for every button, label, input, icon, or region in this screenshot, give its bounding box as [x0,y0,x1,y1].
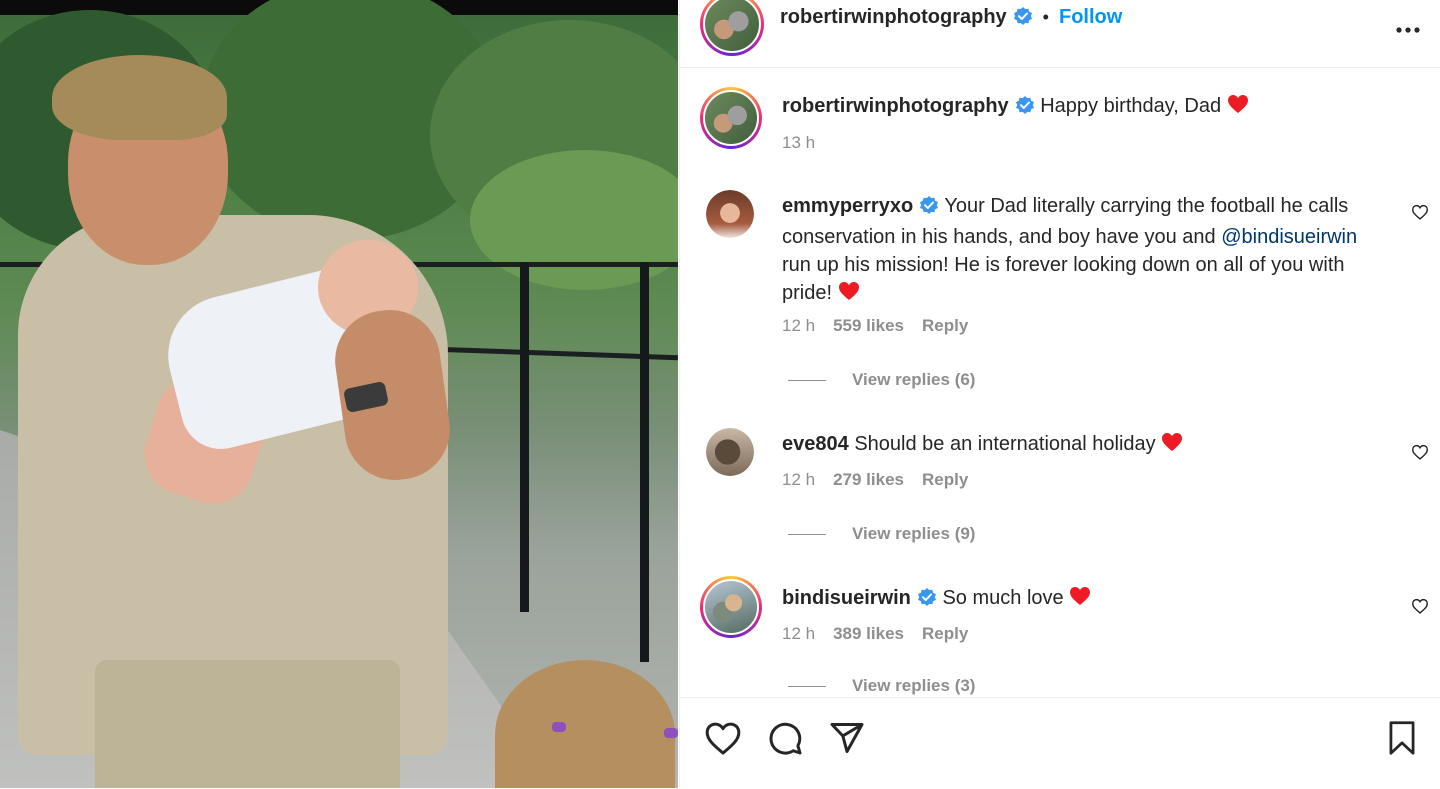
comment-timestamp[interactable]: 12 h [782,470,815,489]
view-replies-label: View replies (3) [852,676,976,695]
caption-timestamp[interactable]: 13 h [782,133,815,152]
view-replies-label: View replies (9) [852,524,976,543]
commenter-avatar[interactable] [700,576,762,638]
commenter-avatar[interactable] [706,190,754,238]
comment-likes[interactable]: 389 likes [833,624,904,643]
caption-username[interactable]: robertirwinphotography [782,95,1009,117]
comment-username[interactable]: bindisueirwin [782,587,911,609]
comment-likes[interactable]: 279 likes [833,470,904,489]
comment-text: bindisueirwin So much love [782,584,1372,615]
mention-link[interactable]: @bindisueirwin [1221,226,1357,248]
commenter-avatar[interactable] [706,428,754,476]
view-replies-label: View replies (6) [852,370,976,389]
photo-hair-ribbon [552,722,566,732]
comment-text: emmyperryxo Your Dad literally carrying … [782,192,1372,307]
bookmark-icon[interactable] [1385,720,1419,761]
more-options-icon[interactable] [1395,10,1421,41]
heart-icon[interactable] [704,720,742,761]
separator-dot: • [1042,7,1049,27]
comment-timestamp[interactable]: 12 h [782,316,815,335]
comment-meta: 12 h 279 likes Reply [782,470,986,490]
comment-meta: 12 h 559 likes Reply [782,316,986,336]
comment-body: So much love [942,587,1064,609]
share-icon[interactable] [829,720,865,761]
replies-divider-line [788,534,826,536]
comment-username[interactable]: eve804 [782,433,849,455]
photo-man-hair [52,55,227,140]
like-comment-heart-icon[interactable] [1411,204,1429,225]
comment-likes[interactable]: 559 likes [833,316,904,335]
fence-post [520,262,529,612]
view-replies-button[interactable]: View replies (6) [788,370,975,390]
comment-text: eve804 Should be an international holida… [782,430,1372,458]
red-heart-emoji [838,282,860,304]
replies-divider-line [788,686,826,688]
author-username[interactable]: robertirwinphotography [780,6,1007,28]
header-info: robertirwinphotography • Follow [780,6,1122,31]
caption-text: robertirwinphotography Happy birthday, D… [782,92,1372,123]
photo-girl-head [495,660,675,788]
comment-meta: 12 h 389 likes Reply [782,624,986,644]
red-heart-emoji [1161,433,1183,455]
verified-badge-icon [917,587,937,615]
post-sidebar: robertirwinphotography • Follow robertirwi… [679,0,1440,788]
avatar-image [706,428,754,476]
comment-body: Should be an international holiday [854,433,1156,455]
red-heart-emoji [1069,587,1091,609]
avatar-image [703,90,759,146]
post-action-bar [680,697,1440,789]
post-header: robertirwinphotography • Follow [680,0,1440,68]
caption-meta: 13 h [782,133,833,153]
verified-badge-icon [919,195,939,223]
fence-post [640,262,649,662]
avatar-image [703,579,759,635]
view-replies-button[interactable]: View replies (3) [788,676,975,696]
view-replies-button[interactable]: View replies (9) [788,524,975,544]
author-avatar[interactable] [700,0,764,56]
comment-timestamp[interactable]: 12 h [782,624,815,643]
replies-divider-line [788,380,826,382]
comment-icon[interactable] [767,720,803,761]
reply-button[interactable]: Reply [922,316,968,335]
like-comment-heart-icon[interactable] [1411,598,1429,619]
red-heart-emoji [1227,95,1249,117]
photo-shorts [95,660,400,788]
like-comment-heart-icon[interactable] [1411,444,1429,465]
photo-hair-ribbon [664,728,678,738]
reply-button[interactable]: Reply [922,624,968,643]
comment-body-continued: run up his mission! He is forever lookin… [782,254,1345,304]
avatar-image [703,0,761,53]
reply-button[interactable]: Reply [922,470,968,489]
avatar-image [706,190,754,238]
verified-badge-icon [1013,6,1033,31]
caption-body: Happy birthday, Dad [1040,95,1222,117]
comment-username[interactable]: emmyperryxo [782,195,913,217]
caption-avatar[interactable] [700,87,762,149]
follow-button[interactable]: Follow [1059,6,1122,28]
verified-badge-icon [1015,95,1035,123]
comments-list[interactable]: robertirwinphotography Happy birthday, D… [680,68,1440,696]
post-photo[interactable] [0,0,678,788]
